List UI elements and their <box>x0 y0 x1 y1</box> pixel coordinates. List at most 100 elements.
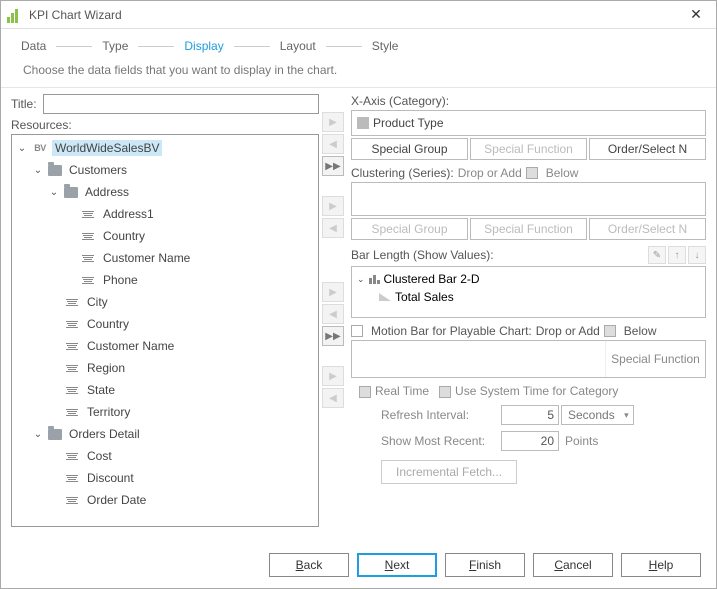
order-select-button-2: Order/Select N <box>589 218 706 240</box>
special-group-button[interactable]: Special Group <box>351 138 468 160</box>
tree-field[interactable]: Country <box>12 225 318 247</box>
chevron-down-icon[interactable]: ⌄ <box>16 143 28 154</box>
close-icon[interactable]: ✕ <box>682 6 710 23</box>
tree-orders[interactable]: ⌄Orders Detail <box>12 423 318 445</box>
remove-cluster-button[interactable]: ◀ <box>322 218 344 238</box>
xaxis-label: X-Axis (Category): <box>351 94 706 108</box>
refresh-input[interactable] <box>501 405 559 425</box>
bar-chart-icon <box>369 275 380 284</box>
clustering-label: Clustering (Series): Drop or Add Below <box>351 166 706 180</box>
resources-label: Resources: <box>11 118 313 132</box>
chevron-down-icon[interactable]: ⌄ <box>48 187 60 198</box>
tree-root[interactable]: ⌄BVWorldWideSalesBV <box>12 137 318 159</box>
tree-field[interactable]: State <box>12 379 318 401</box>
move-down-icon[interactable]: ↓ <box>688 246 706 264</box>
add-xaxis-button[interactable]: ▶ <box>322 112 344 132</box>
add-cluster-button[interactable]: ▶ <box>322 196 344 216</box>
field-icon <box>64 405 80 419</box>
step-divider <box>138 46 174 47</box>
page-subtitle: Choose the data fields that you want to … <box>1 57 716 87</box>
remove-bar-button[interactable]: ◀ <box>322 304 344 324</box>
next-button[interactable]: Next <box>357 553 437 577</box>
systemtime-checkbox[interactable] <box>439 386 451 398</box>
xaxis-dropzone[interactable]: Product Type <box>351 110 706 136</box>
step-display[interactable]: Display <box>178 39 229 53</box>
clustered-bar-label: Clustered Bar 2-D <box>384 272 480 286</box>
recent-label: Show Most Recent: <box>381 434 501 448</box>
realtime-checkbox[interactable] <box>359 386 371 398</box>
step-layout[interactable]: Layout <box>274 39 322 53</box>
measure-icon <box>379 293 391 301</box>
tree-field[interactable]: Phone <box>12 269 318 291</box>
cancel-button[interactable]: Cancel <box>533 553 613 577</box>
tree-field[interactable]: City <box>12 291 318 313</box>
tree-field[interactable]: Cost <box>12 445 318 467</box>
barlen-label: Bar Length (Show Values): <box>351 248 646 262</box>
resources-tree: ⌄BVWorldWideSalesBV ⌄Customers ⌄Address … <box>11 134 319 527</box>
tree-field[interactable]: Customer Name <box>12 335 318 357</box>
move-up-icon[interactable]: ↑ <box>668 246 686 264</box>
title-label: Title: <box>11 97 37 111</box>
edit-icon[interactable]: ✎ <box>648 246 666 264</box>
step-style[interactable]: Style <box>366 39 405 53</box>
special-function-button-2: Special Function <box>470 218 587 240</box>
tree-field[interactable]: Region <box>12 357 318 379</box>
tree-field[interactable]: Address1 <box>12 203 318 225</box>
field-icon <box>64 339 80 353</box>
motion-label-row: Motion Bar for Playable Chart: Drop or A… <box>351 324 706 338</box>
add-motion-button[interactable]: ▶ <box>322 366 344 386</box>
tree-address[interactable]: ⌄Address <box>12 181 318 203</box>
refresh-unit-select[interactable]: Seconds <box>561 405 634 425</box>
folder-icon <box>48 429 62 440</box>
remove-motion-button[interactable]: ◀ <box>322 388 344 408</box>
clustering-dropzone[interactable] <box>351 182 706 216</box>
field-icon <box>64 295 80 309</box>
tree-field[interactable]: Order Date <box>12 489 318 511</box>
field-icon <box>80 251 96 265</box>
chevron-down-icon[interactable]: ⌄ <box>357 274 365 285</box>
field-icon <box>80 207 96 221</box>
refresh-label: Refresh Interval: <box>381 408 501 422</box>
tree-field[interactable]: Customer Name <box>12 247 318 269</box>
folder-icon <box>64 187 78 198</box>
folder-icon <box>48 165 62 176</box>
chevron-down-icon[interactable]: ⌄ <box>32 165 44 176</box>
incremental-fetch-button[interactable]: Incremental Fetch... <box>381 460 517 484</box>
add-bar-button[interactable]: ▶ <box>322 282 344 302</box>
realtime-label: Real Time <box>375 384 429 398</box>
total-sales-item[interactable]: Total Sales <box>395 290 454 304</box>
step-type[interactable]: Type <box>96 39 134 53</box>
field-icon <box>80 273 96 287</box>
help-button[interactable]: Help <box>621 553 701 577</box>
wizard-steps: Data Type Display Layout Style <box>1 29 716 57</box>
tree-customers[interactable]: ⌄Customers <box>12 159 318 181</box>
tree-field[interactable]: Discount <box>12 467 318 489</box>
add-all-xaxis-button[interactable]: ▶▶ <box>322 156 344 176</box>
bv-icon: BV <box>32 141 48 155</box>
below-checkbox[interactable] <box>526 167 538 179</box>
motion-special-function: Special Function <box>605 341 705 377</box>
add-all-bar-button[interactable]: ▶▶ <box>322 326 344 346</box>
step-divider <box>234 46 270 47</box>
back-button[interactable]: Back <box>269 553 349 577</box>
tree-field[interactable]: Country <box>12 313 318 335</box>
order-select-button[interactable]: Order/Select N <box>589 138 706 160</box>
finish-button[interactable]: Finish <box>445 553 525 577</box>
motion-checkbox[interactable] <box>351 325 363 337</box>
title-input[interactable] <box>43 94 319 114</box>
recent-unit: Points <box>565 434 598 448</box>
motion-below-checkbox[interactable] <box>604 325 616 337</box>
special-group-button-2: Special Group <box>351 218 468 240</box>
step-data[interactable]: Data <box>15 39 52 53</box>
motion-dropzone[interactable]: Special Function <box>351 340 706 378</box>
category-icon <box>357 117 369 129</box>
recent-input[interactable] <box>501 431 559 451</box>
barlen-box[interactable]: ⌄ Clustered Bar 2-D Total Sales <box>351 266 706 318</box>
field-icon <box>64 383 80 397</box>
special-function-button: Special Function <box>470 138 587 160</box>
tree-field[interactable]: Territory <box>12 401 318 423</box>
remove-xaxis-button[interactable]: ◀ <box>322 134 344 154</box>
step-divider <box>56 46 92 47</box>
chevron-down-icon[interactable]: ⌄ <box>32 429 44 440</box>
window-title: KPI Chart Wizard <box>29 8 682 22</box>
